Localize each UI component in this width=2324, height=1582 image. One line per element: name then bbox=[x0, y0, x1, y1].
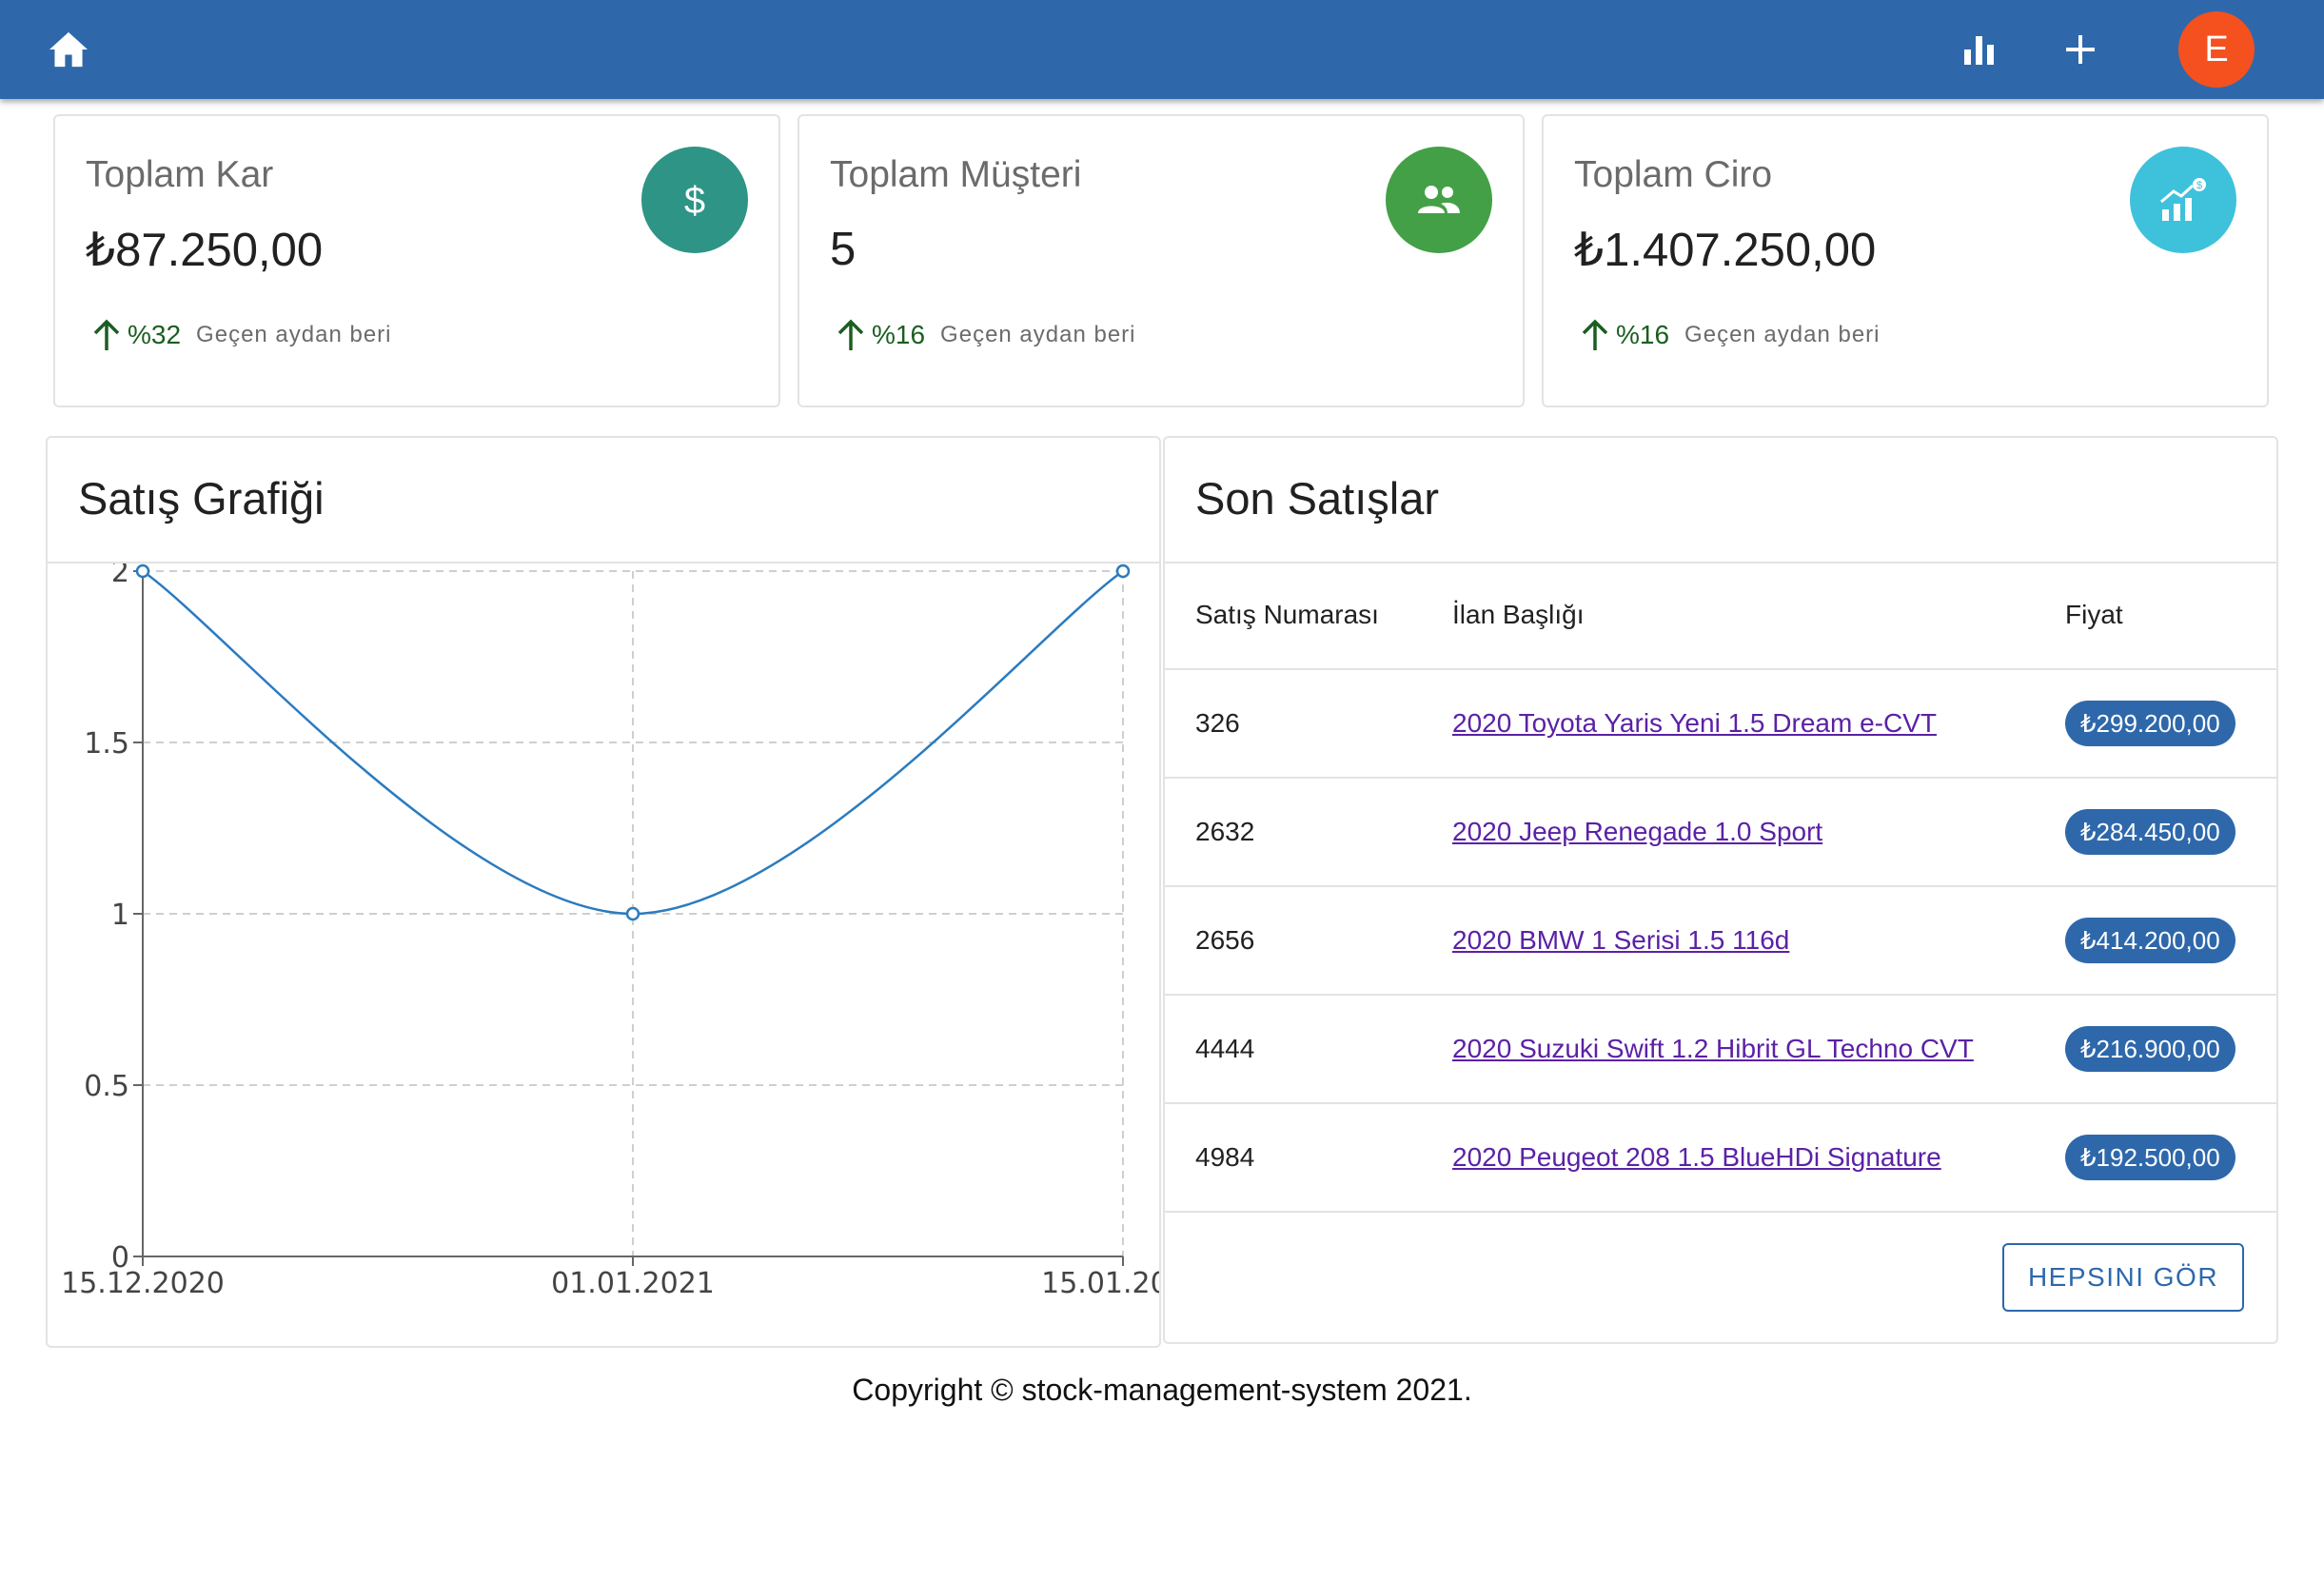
footer-copyright: Copyright © stock-management-system 2021… bbox=[852, 1373, 1472, 1407]
column-header-price[interactable]: Fiyat bbox=[2065, 600, 2123, 630]
price-chip: ₺284.450,00 bbox=[2065, 809, 2235, 855]
stat-trend: %32 Geçen aydan beri bbox=[89, 318, 392, 352]
panel-title: Son Satışlar bbox=[1195, 473, 1440, 524]
y-tick-label: 0.5 bbox=[84, 1070, 129, 1103]
stat-title: Toplam Kar bbox=[86, 154, 274, 195]
stat-since: Geçen aydan beri bbox=[196, 322, 392, 347]
bar-chart-icon bbox=[1964, 36, 1994, 65]
data-point bbox=[1115, 564, 1131, 579]
home-icon bbox=[49, 31, 88, 68]
stat-card-profit: Toplam Kar ₺87.250,00 $ %32 Geçen aydan … bbox=[53, 114, 780, 407]
price-chip: ₺414.200,00 bbox=[2065, 918, 2235, 963]
stat-title: Toplam Müşteri bbox=[830, 154, 1082, 195]
row-divider bbox=[1165, 1211, 2276, 1213]
x-tick-label: 01.01.2021 bbox=[551, 1267, 715, 1300]
listing-link[interactable]: 2020 Suzuki Swift 1.2 Hibrit GL Techno C… bbox=[1452, 1034, 1974, 1064]
x-tick-label: 15.01.2021 bbox=[1041, 1267, 1159, 1300]
listing-link[interactable]: 2020 BMW 1 Serisi 1.5 116d bbox=[1452, 925, 1789, 956]
stat-value: ₺87.250,00 bbox=[86, 225, 324, 276]
stat-percent: %16 bbox=[1616, 320, 1670, 349]
sale-number: 2632 bbox=[1195, 817, 1255, 846]
app-bar: E bbox=[0, 0, 2324, 99]
table-row: 4984 2020 Peugeot 208 1.5 BlueHDi Signat… bbox=[1165, 1104, 2276, 1213]
column-header-number[interactable]: Satış Numarası bbox=[1195, 600, 1379, 630]
arrow-up-icon bbox=[837, 319, 864, 350]
stat-value: 5 bbox=[830, 224, 857, 275]
y-tick-label: 2 bbox=[111, 564, 129, 589]
stat-since: Geçen aydan beri bbox=[940, 322, 1136, 347]
stat-trend: %16 Geçen aydan beri bbox=[1578, 318, 1881, 352]
column-header-title[interactable]: İlan Başlığı bbox=[1452, 600, 1585, 630]
panel-divider bbox=[1165, 562, 2276, 564]
stat-trend: %16 Geçen aydan beri bbox=[834, 318, 1136, 352]
statistics-button[interactable] bbox=[1953, 23, 2006, 76]
sale-number: 4984 bbox=[1195, 1142, 1255, 1172]
data-point bbox=[625, 906, 640, 921]
stat-badge: $ bbox=[641, 147, 748, 253]
stat-percent: %32 bbox=[128, 320, 182, 349]
price-chip: ₺216.900,00 bbox=[2065, 1026, 2235, 1072]
x-tick-label: 15.12.2020 bbox=[61, 1267, 225, 1300]
listing-link[interactable]: 2020 Peugeot 208 1.5 BlueHDi Signature bbox=[1452, 1142, 1941, 1173]
table-row: 2656 2020 BMW 1 Serisi 1.5 116d ₺414.200… bbox=[1165, 887, 2276, 996]
sales-chart-panel: Satış Grafiği 0 0.5 1 1.5 2 15.12.2020 01.01.2… bbox=[46, 436, 1161, 1348]
listing-link[interactable]: 2020 Toyota Yaris Yeni 1.5 Dream e-CVT bbox=[1452, 708, 1937, 739]
price-chip: ₺299.200,00 bbox=[2065, 701, 2235, 746]
growth-chart-icon: $ bbox=[2160, 178, 2206, 221]
plus-icon bbox=[2066, 35, 2095, 64]
sale-number: 326 bbox=[1195, 708, 1240, 738]
recent-sales-panel: Son Satışlar Satış Numarası İlan Başlığı… bbox=[1163, 436, 2278, 1344]
sales-line-chart: 00.511.5215.12.202001.01.202115.01.2021 bbox=[61, 564, 1159, 1300]
sale-number: 2656 bbox=[1195, 925, 1255, 955]
y-tick-label: 1.5 bbox=[84, 727, 129, 761]
svg-text:$: $ bbox=[2196, 180, 2202, 191]
home-button[interactable] bbox=[42, 23, 95, 76]
stat-card-customers: Toplam Müşteri 5 %16 Geçen aydan beri bbox=[798, 114, 1525, 407]
table-row: 326 2020 Toyota Yaris Yeni 1.5 Dream e-C… bbox=[1165, 670, 2276, 779]
svg-text:$: $ bbox=[684, 180, 705, 221]
data-point bbox=[135, 564, 150, 579]
stat-since: Geçen aydan beri bbox=[1684, 322, 1881, 347]
arrow-up-icon bbox=[1582, 319, 1608, 350]
see-all-button[interactable]: HEPSINI GÖR bbox=[2002, 1243, 2244, 1312]
stat-card-revenue: Toplam Ciro ₺1.407.250,00 $ %16 Geçen ay… bbox=[1542, 114, 2269, 407]
dollar-icon: $ bbox=[684, 180, 705, 221]
stat-badge: $ bbox=[2130, 147, 2236, 253]
sale-number: 4444 bbox=[1195, 1034, 1255, 1063]
stat-title: Toplam Ciro bbox=[1574, 154, 1773, 195]
stat-percent: %16 bbox=[872, 320, 926, 349]
listing-link[interactable]: 2020 Jeep Renegade 1.0 Sport bbox=[1452, 817, 1822, 847]
add-button[interactable] bbox=[2054, 23, 2107, 76]
price-chip: ₺192.500,00 bbox=[2065, 1135, 2235, 1180]
arrow-up-icon bbox=[93, 319, 120, 350]
table-row: 4444 2020 Suzuki Swift 1.2 Hibrit GL Tec… bbox=[1165, 996, 2276, 1104]
stat-badge bbox=[1386, 147, 1492, 253]
people-icon bbox=[1418, 186, 1460, 213]
stat-value: ₺1.407.250,00 bbox=[1574, 225, 1877, 276]
y-tick-label: 1 bbox=[111, 899, 129, 932]
panel-title: Satış Grafiği bbox=[78, 473, 325, 524]
table-row: 2632 2020 Jeep Renegade 1.0 Sport ₺284.4… bbox=[1165, 779, 2276, 887]
user-avatar[interactable]: E bbox=[2178, 11, 2255, 88]
